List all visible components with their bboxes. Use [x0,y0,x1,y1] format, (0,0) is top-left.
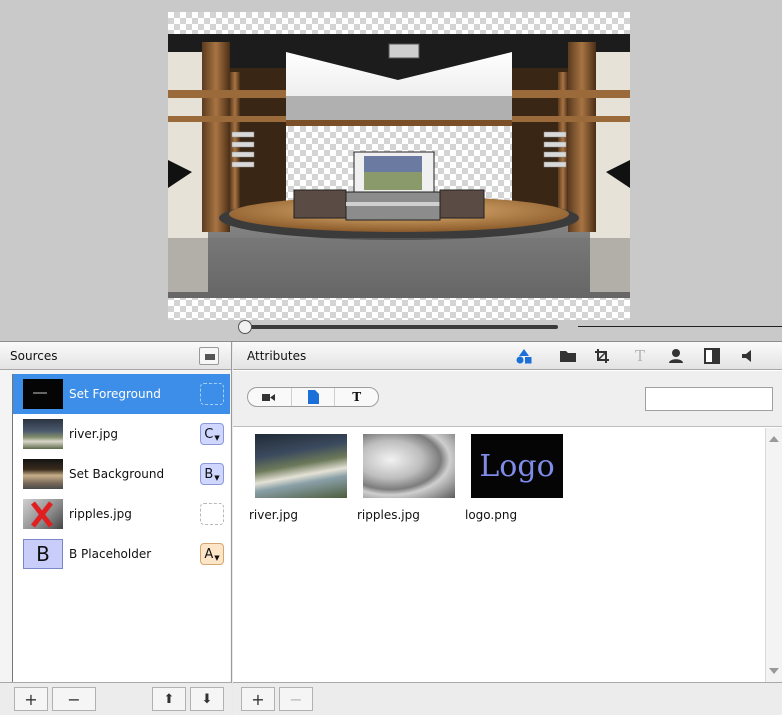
source-item-set-background[interactable]: Set Background B ▼ [13,454,230,494]
source-name: ripples.jpg [69,507,132,521]
badge-letter: B [204,466,214,482]
source-badge-empty[interactable] [200,503,224,525]
remove-attribute-button[interactable]: − [279,687,313,711]
file-thumb-logo: Logo [471,434,563,498]
source-badge-c[interactable]: C ▼ [200,423,224,445]
sources-panel: Sources Set Foreground river.jpg C ▼ Set … [0,342,232,715]
file-item-ripples[interactable]: ripples.jpg [357,434,463,522]
source-item-set-foreground[interactable]: Set Foreground [13,374,230,414]
scrubber-handle[interactable] [238,320,252,334]
source-thumb-set-foreground [23,379,63,409]
badge-letter: A [204,546,214,562]
file-item-river[interactable]: river.jpg [249,434,355,522]
split-view-icon[interactable] [699,345,725,367]
media-type-segmented-control[interactable]: T [247,387,379,407]
source-thumb-placeholder: B [23,539,63,569]
source-item-river[interactable]: river.jpg C ▼ [13,414,230,454]
scroll-down-arrow-icon[interactable] [769,668,779,674]
text-glyph: T [352,390,362,404]
file-name: river.jpg [249,508,298,522]
placeholder-letter: B [36,542,50,566]
crop-icon[interactable] [589,345,615,367]
attributes-toolbar: T [233,371,782,427]
preview-area [0,0,782,342]
file-thumb-ripples [363,434,455,498]
remove-source-button[interactable]: − [52,687,96,711]
source-name: Set Background [69,467,165,481]
file-name: logo.png [465,508,518,522]
file-name: ripples.jpg [357,508,420,522]
attributes-panel: Attributes T T river.jpg ripples.jpg Log… [233,342,782,715]
arrow-down-icon: ⬇ [201,691,213,707]
source-badge-b[interactable]: B ▼ [200,463,224,485]
add-attribute-button[interactable]: + [241,687,275,711]
scene-preview-canvas[interactable] [168,12,630,320]
video-camera-icon[interactable] [248,388,291,406]
add-source-button[interactable]: + [14,687,48,711]
arrow-up-icon: ⬆ [163,691,175,707]
caret-down-icon: ▼ [214,554,220,562]
news-studio-scene [168,34,630,298]
document-icon[interactable] [290,388,335,406]
text-icon[interactable]: T [627,345,653,367]
source-list[interactable]: Set Foreground river.jpg C ▼ Set Backgrou… [12,374,230,682]
source-thumb-river [23,419,63,449]
sources-title: Sources [10,348,58,363]
folder-icon[interactable] [555,345,581,367]
plus-icon: + [24,689,38,709]
person-icon[interactable] [663,345,689,367]
badge-letter: C [204,426,214,442]
attributes-header: Attributes T [233,342,782,370]
source-item-ripples[interactable]: ripples.jpg [13,494,230,534]
caret-down-icon: ▼ [214,434,220,442]
source-name: B Placeholder [69,547,152,561]
minus-icon: − [289,689,303,709]
source-badge-a[interactable]: A ▼ [200,543,224,565]
scrubber-track[interactable] [244,325,558,329]
file-item-logo[interactable]: Logo logo.png [465,434,571,522]
attributes-search-input[interactable] [645,387,773,411]
sources-footer: + − ⬆ ⬇ [0,682,232,715]
scrubber-tail-line [578,326,782,327]
attributes-footer: + − [233,682,782,715]
source-item-b-placeholder[interactable]: B B Placeholder A ▼ [13,534,230,574]
audio-icon[interactable] [735,345,761,367]
file-grid-scrollbar[interactable] [765,428,782,682]
source-badge-empty[interactable] [200,383,224,405]
source-name: Set Foreground [69,387,161,401]
text-segment-button[interactable]: T [334,388,378,406]
scroll-up-arrow-icon[interactable] [769,436,779,442]
file-thumb-river [255,434,347,498]
source-thumb-ripples [23,499,63,529]
source-thumb-set-background [23,459,63,489]
file-grid: river.jpg ripples.jpg Logo logo.png [233,428,763,682]
caret-down-icon: ▼ [214,474,220,482]
sources-header: Sources [0,342,231,370]
timeline-scrubber[interactable] [0,318,782,338]
attributes-title: Attributes [247,348,307,363]
move-source-down-button[interactable]: ⬇ [190,687,224,711]
source-name: river.jpg [69,427,118,441]
sources-options-button[interactable] [199,347,219,365]
plus-icon: + [251,689,265,709]
missing-file-x-icon [31,501,53,528]
minus-icon: − [67,689,81,709]
logo-text: Logo [479,448,555,484]
move-source-up-button[interactable]: ⬆ [152,687,186,711]
shapes-icon[interactable] [511,345,537,367]
